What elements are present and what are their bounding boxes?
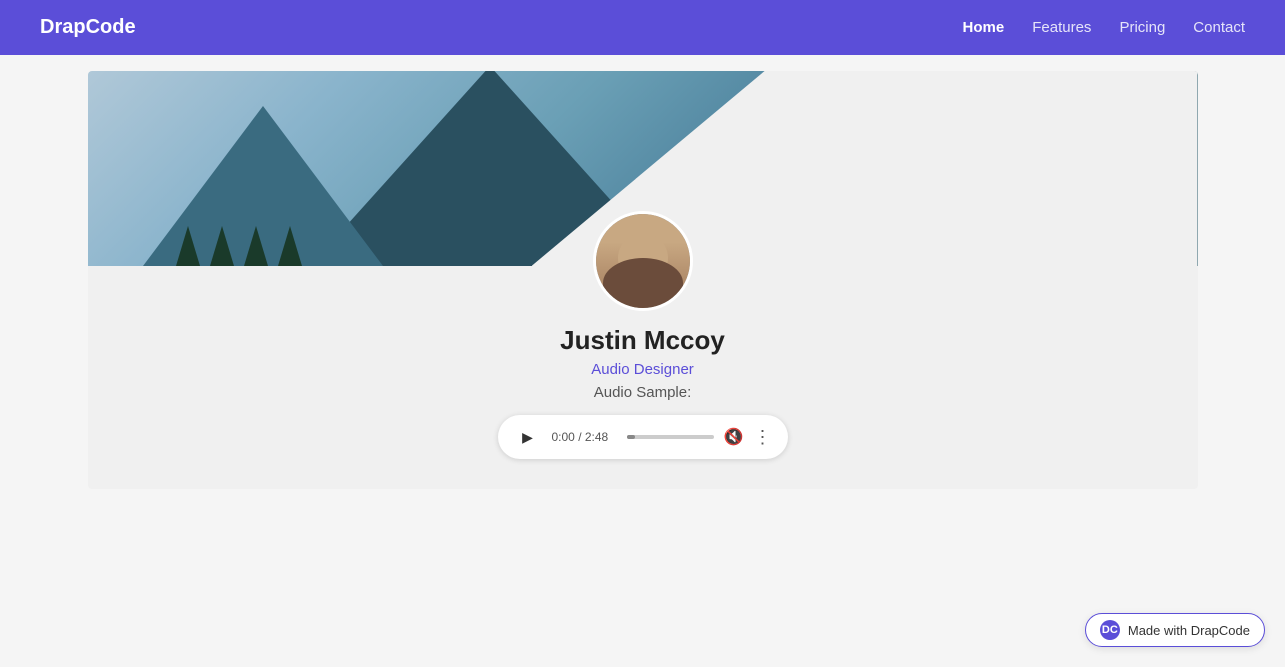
nav-item-features[interactable]: Features — [1032, 19, 1091, 37]
avatar-wrapper — [593, 211, 693, 311]
nav-link-pricing[interactable]: Pricing — [1119, 19, 1165, 36]
audio-label: Audio Sample: — [594, 384, 692, 401]
tree-1 — [176, 226, 200, 266]
nav-link-home[interactable]: Home — [963, 19, 1005, 36]
navbar: DrapCode Home Features Pricing Contact — [0, 0, 1285, 55]
progress-bar[interactable] — [627, 435, 714, 439]
badge-icon: DC — [1100, 620, 1120, 640]
drapcode-badge[interactable]: DC Made with DrapCode — [1085, 613, 1265, 647]
nav-item-home[interactable]: Home — [963, 19, 1005, 37]
nav-item-pricing[interactable]: Pricing — [1119, 19, 1165, 37]
more-options-button[interactable]: ⋮ — [754, 428, 772, 446]
avatar — [593, 211, 693, 311]
trees-group — [176, 226, 302, 266]
badge-text: Made with DrapCode — [1128, 623, 1250, 638]
avatar-face — [596, 214, 690, 308]
tree-3 — [244, 226, 268, 266]
nav-link-contact[interactable]: Contact — [1193, 19, 1245, 36]
volume-button[interactable]: 🔇 — [724, 427, 744, 447]
audio-player: 0:00 / 2:48 🔇 ⋮ — [498, 415, 788, 459]
tree-2 — [210, 226, 234, 266]
brand-logo[interactable]: DrapCode — [40, 16, 136, 39]
nav-links: Home Features Pricing Contact — [963, 19, 1245, 37]
time-display: 0:00 / 2:48 — [552, 430, 617, 444]
nav-link-features[interactable]: Features — [1032, 19, 1091, 36]
hero-section: Justin Mccoy Audio Designer Audio Sample… — [88, 71, 1198, 489]
profile-section: Justin Mccoy Audio Designer Audio Sample… — [88, 266, 1198, 489]
play-button[interactable] — [514, 423, 542, 451]
nav-item-contact[interactable]: Contact — [1193, 19, 1245, 37]
tree-4 — [278, 226, 302, 266]
progress-fill — [627, 435, 636, 439]
profile-title: Audio Designer — [591, 361, 694, 378]
profile-name: Justin Mccoy — [560, 325, 725, 356]
